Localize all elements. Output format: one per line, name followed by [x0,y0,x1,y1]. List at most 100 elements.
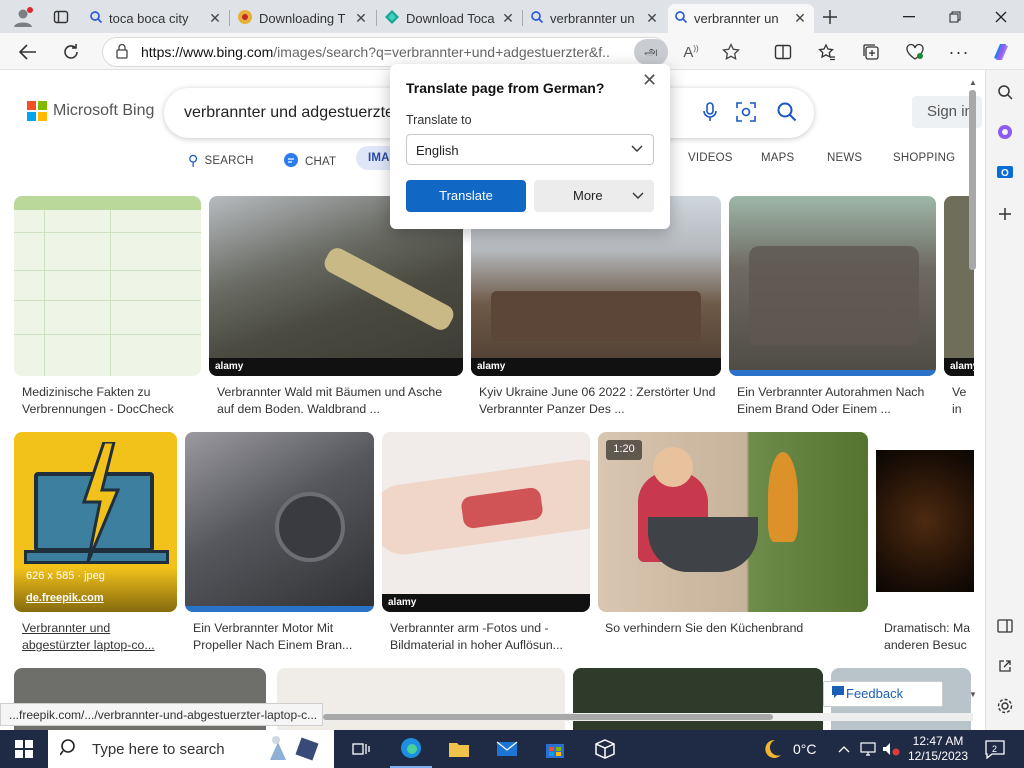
edge-taskbar-icon[interactable] [390,730,432,768]
tab-actions-icon[interactable] [46,2,76,32]
result-image[interactable] [14,196,201,376]
close-tab-icon[interactable]: ✕ [644,10,660,27]
tab-title: verbrannter un [694,11,779,26]
copilot-sidebar-icon[interactable] [991,118,1019,146]
tab-verbrannter-active[interactable]: verbrannter un ✕ [668,4,814,33]
tab-downloading[interactable]: Downloading T ✕ [231,4,375,33]
chevron-up-icon[interactable] [838,730,850,768]
microphone-icon[interactable] [702,102,718,127]
caption-line: Verbrennungen - DocCheck [22,402,174,416]
search-query[interactable]: verbrannter und adgestuerzter [184,104,399,122]
nav-chat[interactable]: CHAT [283,152,336,171]
performance-heart-icon[interactable] [900,37,930,67]
minimize-icon[interactable] [886,0,932,33]
nav-search[interactable]: ⚲ SEARCH [188,152,254,169]
scroll-down-icon[interactable]: ▼ [969,690,977,699]
search-icon[interactable] [991,78,1019,106]
nav-videos[interactable]: VIDEOS [688,152,733,164]
watermark: alamy [382,594,590,612]
result-image[interactable]: alamy [382,432,590,612]
horizontal-scrollbar[interactable] [323,713,973,721]
package-app-icon[interactable] [584,730,626,768]
nav-shopping[interactable]: SHOPPING [893,152,955,164]
mail-icon[interactable] [486,730,528,768]
tab-verbrannter-1[interactable]: verbrannter un ✕ [524,4,666,33]
collections-icon[interactable] [856,37,886,67]
weather-temp[interactable]: 0°C [793,730,817,768]
result-caption[interactable]: Medizinische Fakten zu Verbrennungen - Do… [22,384,174,418]
close-window-icon[interactable] [978,0,1024,33]
notifications-icon[interactable]: 2 [984,730,1006,768]
result-caption[interactable]: Ein Verbrannter Autorahmen Nach Einem Bra… [737,384,924,418]
windows-start-icon[interactable] [0,730,48,768]
tab-download-toca[interactable]: Download Toca ✕ [378,4,522,33]
favorite-star-icon[interactable] [716,37,746,67]
result-image[interactable] [729,196,936,376]
vertical-scrollbar[interactable]: ▲ ▼ [967,78,979,700]
copilot-icon[interactable] [986,37,1016,67]
close-icon[interactable]: ✕ [642,70,657,91]
result-caption[interactable]: Verbrannter Wald mit Bäumen und Asche auf… [217,384,442,418]
favorites-icon[interactable] [812,37,842,67]
result-caption[interactable]: Verbrannter und abgestürzter laptop-co... [22,620,155,654]
task-view-icon[interactable] [340,730,382,768]
result-image[interactable] [185,432,374,612]
search-submit-icon[interactable] [776,101,797,127]
read-aloud-icon[interactable]: A)) [676,37,706,67]
result-caption[interactable]: Ein Verbrannter Motor Mit Propeller Nach … [193,620,352,654]
result-image[interactable]: 1:20 [598,432,868,612]
close-tab-icon[interactable]: ✕ [500,10,516,27]
diamond-site-icon [384,9,400,28]
url-host: https://www.bing.com [141,44,274,60]
settings-more-icon[interactable]: ··· [944,37,974,67]
feedback-button[interactable]: Feedback [823,681,943,707]
close-tab-icon[interactable]: ✕ [792,10,808,27]
nav-label: SEARCH [204,154,254,167]
weather-moon-icon[interactable] [760,730,784,768]
clock[interactable]: 12:47 AM 12/15/2023 [904,730,972,768]
translate-icon[interactable]: அ [634,39,668,65]
translate-button[interactable]: Translate [406,180,526,212]
result-image[interactable]: 626 x 585 · jpeg de.freepik.com [14,432,177,612]
scrollbar-thumb[interactable] [969,90,976,270]
url-text[interactable]: https://www.bing.com/images/search?q=ver… [141,44,611,60]
sidebar-layout-icon[interactable] [991,612,1019,640]
visual-search-icon[interactable] [736,102,756,127]
search-highlight-icon[interactable] [262,734,322,768]
result-caption[interactable]: Verbrannter arm -Fotos und - Bildmaterial… [390,620,563,654]
tab-toca-boca[interactable]: toca boca city ✕ [83,4,229,33]
address-bar[interactable]: https://www.bing.com/images/search?q=ver… [102,37,668,67]
nav-maps[interactable]: MAPS [761,152,794,164]
taskbar-search-placeholder: Type here to search [92,740,225,758]
scrollbar-thumb[interactable] [323,714,773,720]
file-explorer-icon[interactable] [438,730,480,768]
result-caption[interactable]: So verhindern Sie den Küchenbrand [605,620,803,637]
refresh-icon[interactable] [56,37,86,67]
new-tab-icon[interactable] [815,2,845,32]
network-icon[interactable] [860,730,876,768]
external-link-icon[interactable] [991,652,1019,680]
taskbar-search-input[interactable]: Type here to search [48,730,334,768]
volume-muted-icon[interactable] [882,730,900,768]
back-icon[interactable] [13,37,43,67]
scroll-up-icon[interactable]: ▲ [969,78,977,87]
split-screen-icon[interactable] [768,37,798,67]
language-select[interactable]: English [406,134,654,165]
add-icon[interactable] [991,200,1019,228]
store-icon[interactable] [534,730,576,768]
outlook-icon[interactable]: O [991,158,1019,186]
close-tab-icon[interactable]: ✕ [207,10,223,27]
lock-icon[interactable] [115,43,129,62]
result-caption[interactable]: Dramatisch: Ma anderen Besuc [884,620,974,654]
profile-avatar-icon[interactable] [8,2,38,32]
result-caption[interactable]: Kyiv Ukraine June 06 2022 : Zerstörter U… [479,384,716,418]
image-source-link[interactable]: de.freepik.com [26,592,104,604]
more-button[interactable]: More [534,180,654,212]
close-tab-icon[interactable]: ✕ [353,10,369,27]
bing-logo[interactable]: Microsoft Bing [27,101,154,121]
caption-line: Verbrannter arm -Fotos und - [390,621,549,635]
result-image[interactable] [876,450,974,592]
restore-icon[interactable] [932,0,978,33]
nav-news[interactable]: NEWS [827,152,862,164]
gear-icon[interactable] [991,692,1019,720]
